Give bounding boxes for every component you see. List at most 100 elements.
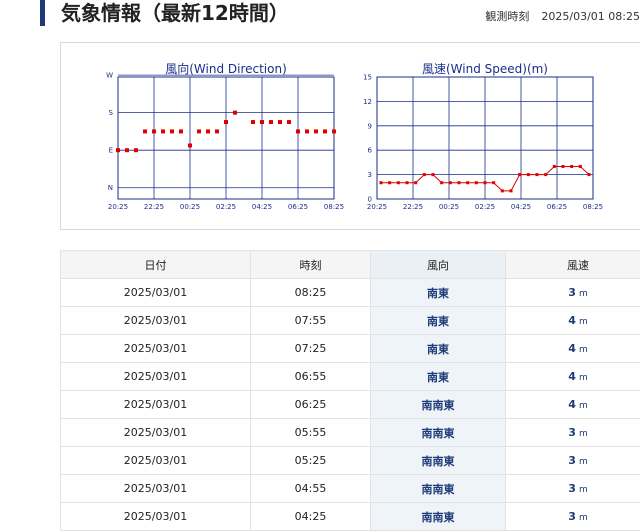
x-tick-label: 06:25	[547, 203, 567, 211]
table-header-row: 日付 時刻 風向 風速	[60, 250, 640, 279]
wind-speed-point	[474, 181, 478, 185]
wind-speed-value: 4	[568, 342, 576, 355]
cell-wind-direction: 南東	[370, 362, 506, 391]
cell-wind-direction: 南南東	[370, 390, 506, 419]
wind-direction-point	[170, 129, 174, 134]
wind-speed-unit: m	[578, 317, 588, 327]
header-time: 時刻	[250, 250, 371, 279]
page-title: 気象情報（最新12時間）	[40, 0, 289, 26]
cell-date: 2025/03/01	[60, 278, 251, 307]
cell-wind-direction: 南南東	[370, 418, 506, 447]
wind-speed-point	[518, 173, 522, 177]
wind-speed-point	[552, 164, 556, 168]
x-tick-label: 04:25	[252, 203, 272, 211]
cell-wind-direction: 南東	[370, 306, 506, 335]
x-tick-label: 22:25	[403, 203, 423, 211]
table-row: 2025/03/01 06:55 南東 4 m	[60, 362, 640, 391]
cell-date: 2025/03/01	[60, 362, 251, 391]
wind-speed-point	[422, 173, 426, 177]
wind-speed-unit: m	[578, 485, 588, 495]
cell-time: 05:55	[250, 418, 371, 447]
x-tick-label: 08:25	[324, 203, 344, 211]
cell-time: 04:25	[250, 502, 371, 531]
x-tick-label: 22:25	[144, 203, 164, 211]
table-row: 2025/03/01 07:55 南東 4 m	[60, 306, 640, 335]
wind-speed-value: 3	[568, 454, 576, 467]
cell-wind-direction: 南南東	[370, 502, 506, 531]
header-wind-speed: 風速	[505, 250, 640, 279]
observation-time-label: 観測時刻	[485, 10, 530, 23]
cell-date: 2025/03/01	[60, 502, 251, 531]
chart-panel: 風向(Wind Direction) 20:25 22:25 00:25 02:25 04…	[60, 42, 640, 230]
cell-wind-speed: 3m	[505, 502, 640, 531]
wind-speed-unit: m	[578, 289, 588, 299]
y-tick-label: 6	[368, 147, 373, 155]
wind-direction-point	[197, 129, 201, 134]
wind-direction-point	[179, 129, 183, 134]
cell-wind-direction: 南南東	[370, 474, 506, 503]
wind-speed-point	[535, 173, 539, 177]
wind-speed-point	[414, 181, 418, 185]
chart-title: 風速(Wind Speed)(m)	[422, 62, 548, 76]
wind-direction-point	[125, 148, 129, 153]
x-tick-label: 04:25	[511, 203, 531, 211]
x-tick-label: 02:25	[475, 203, 495, 211]
y-tick-label: W	[106, 72, 113, 80]
x-tick-label: 02:25	[216, 203, 236, 211]
header-wind-direction[interactable]: 風向	[370, 250, 506, 279]
wind-speed-point	[457, 181, 461, 185]
x-tick-label: 08:25	[583, 203, 603, 211]
cell-wind-direction: 南南東	[370, 446, 506, 475]
table-row: 2025/03/01 05:55 南南東 3 m	[60, 418, 640, 447]
y-tick-label: 3	[368, 171, 372, 179]
cell-date: 2025/03/01	[60, 474, 251, 503]
wind-direction-point	[305, 129, 309, 134]
wind-direction-point	[287, 120, 291, 125]
wind-direction-point	[224, 120, 228, 125]
wind-speed-value: 3	[568, 286, 576, 299]
x-tick-label: 00:25	[180, 203, 200, 211]
y-tick-label: 12	[363, 98, 372, 106]
wind-speed-value: 4	[568, 398, 576, 411]
wind-speed-point	[544, 173, 548, 177]
table-row: 2025/03/01 07:25 南東 4 m	[60, 334, 640, 363]
x-tick-label: 20:25	[367, 203, 387, 211]
observation-time: 観測時刻 2025/03/01 08:25	[485, 8, 640, 24]
wind-speed-value: 3	[568, 510, 576, 523]
wind-direction-point	[215, 129, 219, 134]
wind-speed-unit: m	[578, 457, 588, 467]
cell-wind-direction: 南東	[370, 278, 506, 307]
cell-time: 05:25	[250, 446, 371, 475]
cell-wind-direction: 南東	[370, 334, 506, 363]
cell-time: 08:25	[250, 278, 371, 307]
wind-direction-point	[269, 120, 273, 125]
cell-date: 2025/03/01	[60, 390, 251, 419]
table-row: 2025/03/01 05:25 南南東 3 m	[60, 446, 640, 475]
charts-canvas: 風向(Wind Direction) 20:25 22:25 00:25 02:25 04…	[106, 61, 603, 211]
table-row: 2025/03/01 04:25 南南東 3 m	[60, 502, 640, 531]
cell-date: 2025/03/01	[60, 446, 251, 475]
wind-speed-point	[388, 181, 392, 185]
wind-speed-point	[570, 164, 574, 168]
cell-wind-speed: 3m	[505, 446, 640, 475]
table-body: 2025/03/01 08:25 南東 3 m 2025/03/01 07:55 南東 4 m 20…	[60, 278, 640, 531]
y-tick-label: S	[109, 109, 114, 117]
wind-speed-point	[431, 173, 435, 177]
table-row: 2025/03/01 04:55 南南東 3 m	[60, 474, 640, 503]
wind-speed-point	[483, 181, 487, 185]
wind-speed-point	[448, 181, 452, 185]
y-tick-label: 0	[368, 196, 372, 204]
wind-direction-point	[260, 120, 264, 125]
wind-speed-point	[379, 181, 383, 185]
wind-direction-point	[233, 110, 237, 115]
wind-direction-point	[278, 120, 282, 125]
wind-direction-point	[251, 120, 255, 125]
wind-speed-unit: m	[578, 373, 588, 383]
table-row: 2025/03/01 08:25 南東 3 m	[60, 278, 640, 307]
y-tick-label: 15	[363, 74, 372, 82]
wind-direction-point	[188, 143, 192, 148]
cell-wind-speed: 4m	[505, 334, 640, 363]
wind-direction-point	[134, 148, 138, 153]
wind-speed-unit: m	[578, 513, 588, 523]
wind-speed-point	[578, 164, 582, 168]
